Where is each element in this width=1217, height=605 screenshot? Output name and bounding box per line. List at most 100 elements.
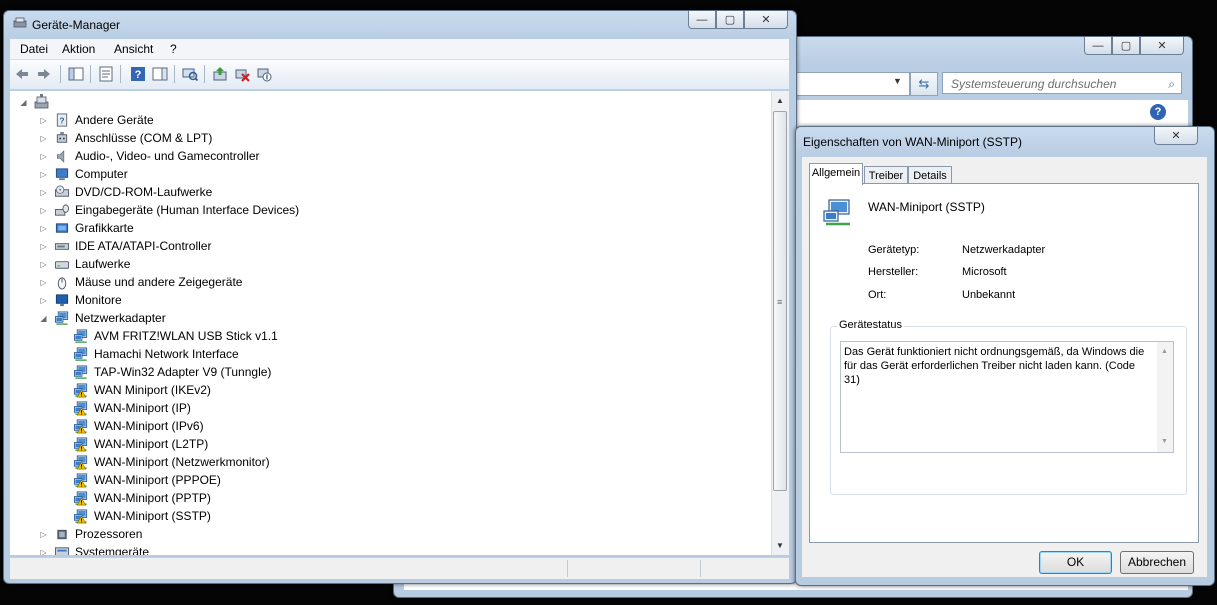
properties-icon[interactable] <box>98 66 114 82</box>
refresh-icon[interactable]: ⇆ <box>910 72 938 96</box>
toolbar: ? <box>10 60 789 90</box>
scroll-up-arrow-icon[interactable]: ▲ <box>1161 345 1168 359</box>
computer-icon <box>34 94 49 109</box>
show-hide-tree-icon[interactable] <box>68 66 84 82</box>
tree-item-label: Computer <box>75 167 128 181</box>
dialog-caption-buttons: ✕ <box>1154 127 1198 145</box>
tree-item-label: WAN Miniport (IKEv2) <box>94 383 211 397</box>
tree-device[interactable]: WAN-Miniport (L2TP) <box>58 435 208 453</box>
tree-device[interactable]: WAN Miniport (IKEv2) <box>58 381 211 399</box>
tree-category[interactable]: ◢ Netzwerkadapter <box>39 309 166 327</box>
menu-ansicht[interactable]: Ansicht <box>114 42 153 56</box>
tree-category[interactable]: ▷ Laufwerke <box>39 255 130 273</box>
tree-category[interactable]: ▷ Monitore <box>39 291 121 309</box>
search-input[interactable]: Systemsteuerung durchsuchen ⌕ <box>942 72 1182 94</box>
collapsed-arrow-icon[interactable]: ▷ <box>39 278 48 287</box>
tree-category[interactable]: ▷ Anschlüsse (COM & LPT) <box>39 129 212 147</box>
disable-icon[interactable] <box>256 66 272 82</box>
device-tree[interactable]: ◢ ▷? Andere Geräte ▷ Anschlüsse (COM & LPT)… <box>10 91 771 555</box>
help-icon[interactable]: ? <box>1150 104 1166 120</box>
cancel-button[interactable]: Abbrechen <box>1120 551 1194 574</box>
tree-category[interactable]: ▷ Systemgeräte <box>39 543 149 555</box>
tree-category[interactable]: ▷ Grafikkarte <box>39 219 133 237</box>
tree-item-label: WAN-Miniport (PPPOE) <box>94 473 221 487</box>
tree-device[interactable]: TAP-Win32 Adapter V9 (Tunngle) <box>58 363 271 381</box>
uninstall-icon[interactable] <box>234 66 250 82</box>
toolbar-separator <box>204 65 205 83</box>
collapsed-arrow-icon[interactable]: ▷ <box>39 134 48 143</box>
menu-bar: Datei Aktion Ansicht ? <box>10 39 789 60</box>
network-adapter-icon <box>73 346 88 361</box>
tree-category[interactable]: ▷ Computer <box>39 165 128 183</box>
tree-item-label: WAN-Miniport (PPTP) <box>94 491 211 505</box>
forward-icon[interactable] <box>36 66 52 82</box>
tree-category[interactable]: ▷? Andere Geräte <box>39 111 154 129</box>
action-pane-icon[interactable] <box>152 66 168 82</box>
menu-help[interactable]: ? <box>170 42 177 56</box>
collapsed-arrow-icon[interactable]: ▷ <box>39 224 48 233</box>
collapsed-arrow-icon[interactable]: ▷ <box>39 296 48 305</box>
chevron-down-icon[interactable]: ▼ <box>893 76 902 86</box>
tree-category[interactable]: ▷ Prozessoren <box>39 525 142 543</box>
maximize-button[interactable]: ▢ <box>716 11 744 29</box>
collapsed-arrow-icon[interactable]: ▷ <box>39 530 48 539</box>
tree-device[interactable]: AVM FRITZ!WLAN USB Stick v1.1 <box>58 327 278 345</box>
help-icon[interactable]: ? <box>130 66 146 82</box>
tree-device[interactable]: WAN-Miniport (Netzwerkmonitor) <box>58 453 270 471</box>
tree-item-label: Audio-, Video- und Gamecontroller <box>75 149 260 163</box>
network-adapter-icon <box>73 472 88 487</box>
menu-aktion[interactable]: Aktion <box>62 42 95 56</box>
scan-hardware-icon[interactable] <box>182 66 198 82</box>
collapsed-arrow-icon[interactable]: ▷ <box>39 170 48 179</box>
maximize-button[interactable]: ▢ <box>1112 37 1140 55</box>
tree-device[interactable]: WAN-Miniport (PPPOE) <box>58 471 221 489</box>
field-value-ort: Unbekannt <box>962 289 1016 301</box>
status-scrollbar[interactable]: ▲ ▼ <box>1157 342 1173 452</box>
tree-category[interactable]: ▷ Audio-, Video- und Gamecontroller <box>39 147 260 165</box>
disk-drive-icon <box>54 260 70 269</box>
collapsed-arrow-icon[interactable]: ▷ <box>39 188 48 197</box>
mouse-icon <box>57 276 67 290</box>
collapsed-arrow-icon[interactable]: ▷ <box>39 152 48 161</box>
tree-category[interactable]: ▷ DVD/CD-ROM-Laufwerke <box>39 183 212 201</box>
tree-item-label: IDE ATA/ATAPI-Controller <box>75 239 212 253</box>
scrollbar-thumb[interactable]: ≡ <box>773 111 787 491</box>
menu-datei[interactable]: Datei <box>20 42 48 56</box>
field-key-geraetetyp: Gerätetyp: <box>868 244 920 256</box>
collapsed-arrow-icon[interactable]: ▷ <box>39 260 48 269</box>
scroll-up-arrow-icon[interactable]: ▲ <box>776 96 784 105</box>
search-icon[interactable]: ⌕ <box>1168 73 1175 95</box>
tab-allgemein[interactable]: Allgemein <box>809 163 863 185</box>
collapsed-arrow-icon[interactable]: ▷ <box>39 242 48 251</box>
close-button[interactable]: ✕ <box>1140 37 1184 55</box>
close-button[interactable]: ✕ <box>744 11 788 29</box>
collapsed-arrow-icon[interactable]: ▷ <box>39 548 48 556</box>
control-panel-caption-buttons: — ▢ ✕ <box>1084 37 1184 55</box>
scroll-down-arrow-icon[interactable]: ▼ <box>776 541 784 550</box>
tree-device[interactable]: WAN-Miniport (PPTP) <box>58 489 211 507</box>
minimize-button[interactable]: — <box>688 11 716 29</box>
vertical-scrollbar[interactable]: ▲ ≡ ▼ <box>771 91 789 555</box>
expanded-arrow-icon[interactable]: ◢ <box>39 314 48 323</box>
tree-category[interactable]: ▷ Eingabegeräte (Human Interface Devices) <box>39 201 299 219</box>
ok-button[interactable]: OK <box>1039 551 1112 574</box>
scroll-down-arrow-icon[interactable]: ▼ <box>1161 435 1168 449</box>
minimize-button[interactable]: — <box>1084 37 1112 55</box>
monitor-icon <box>55 293 69 306</box>
tree-root[interactable]: ◢ <box>19 93 50 111</box>
close-button[interactable]: ✕ <box>1154 127 1198 145</box>
tree-root-expander[interactable]: ◢ <box>19 98 28 107</box>
tree-device[interactable]: WAN-Miniport (IPv6) <box>58 417 204 435</box>
tree-device[interactable]: WAN-Miniport (IP) <box>58 399 191 417</box>
display-adapter-icon <box>55 222 69 233</box>
tree-device[interactable]: WAN-Miniport (SSTP) <box>58 507 211 525</box>
field-value-geraetetyp: Netzwerkadapter <box>962 244 1046 256</box>
collapsed-arrow-icon[interactable]: ▷ <box>39 206 48 215</box>
tree-device[interactable]: Hamachi Network Interface <box>58 345 239 363</box>
back-icon[interactable] <box>14 66 30 82</box>
update-driver-icon[interactable] <box>212 66 228 82</box>
tree-category[interactable]: ▷ Mäuse und andere Zeigegeräte <box>39 273 242 291</box>
tree-category[interactable]: ▷ IDE ATA/ATAPI-Controller <box>39 237 211 255</box>
collapsed-arrow-icon[interactable]: ▷ <box>39 116 48 125</box>
device-status-textbox[interactable]: Das Gerät funktioniert nicht ordnungsgem… <box>840 341 1174 453</box>
